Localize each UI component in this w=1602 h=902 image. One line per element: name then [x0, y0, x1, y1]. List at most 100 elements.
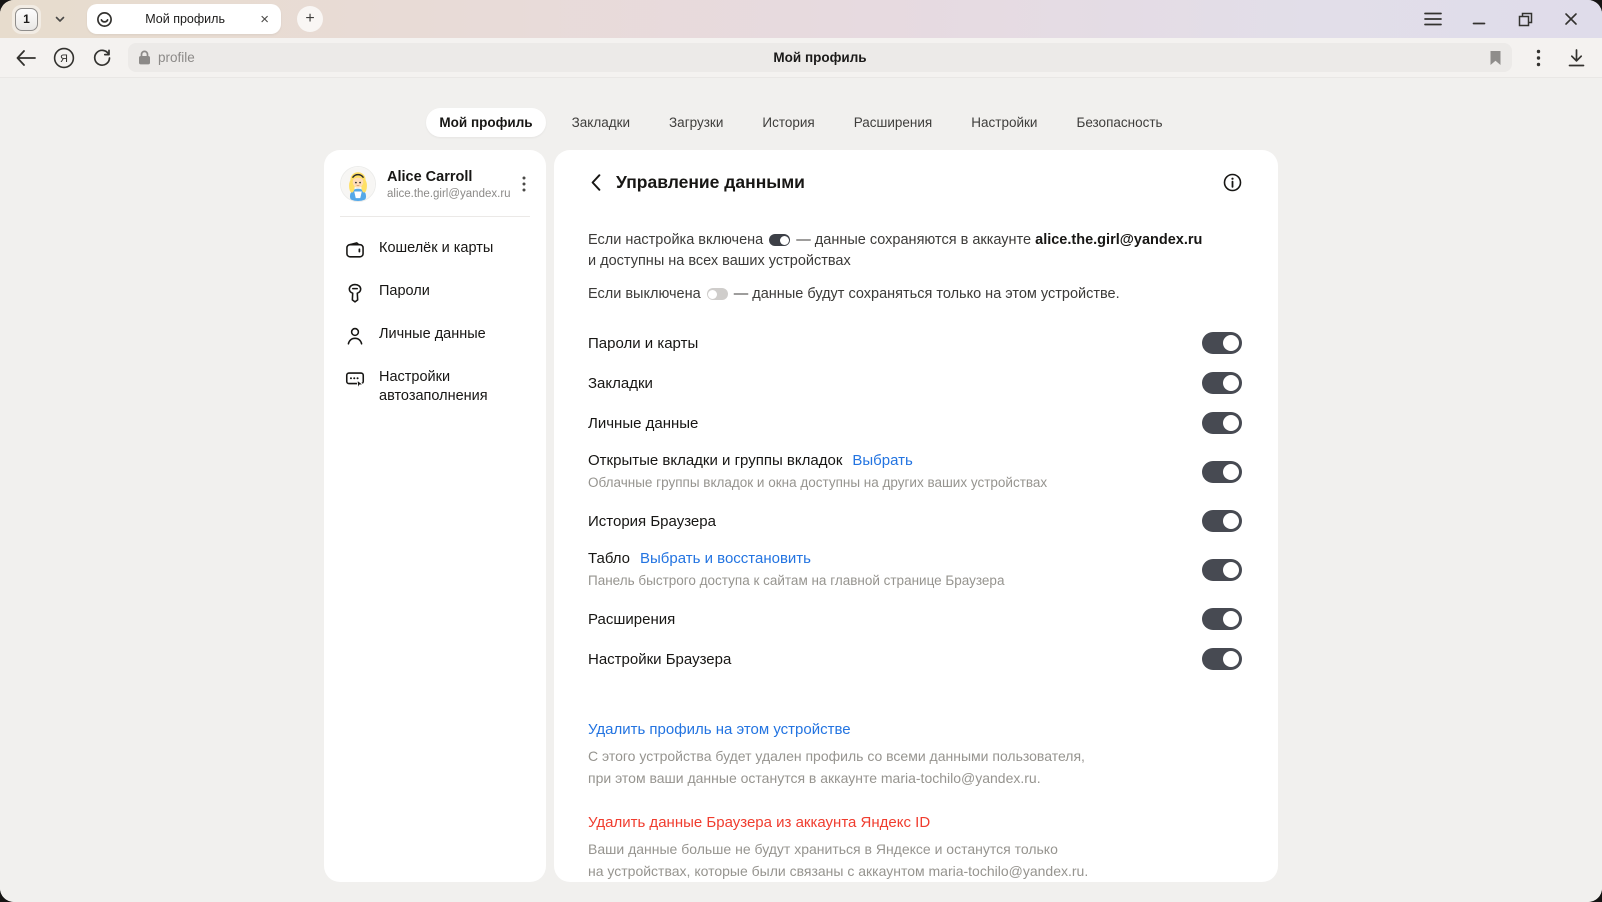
tab-strip: 1 Мой профиль × +	[0, 0, 1602, 38]
back-arrow-icon	[16, 50, 36, 66]
yandex-home-button[interactable]: Я	[52, 46, 76, 70]
toggle-browser-settings[interactable]	[1202, 648, 1242, 670]
minimize-button[interactable]	[1468, 8, 1490, 30]
sync-row-history: История Браузера	[588, 510, 1242, 532]
restore-window-icon	[1518, 12, 1533, 27]
sidebar-item-autofill-settings[interactable]: Настройки автозаполнения	[340, 360, 530, 414]
toggle-extensions[interactable]	[1202, 608, 1242, 630]
nav-tab-my-profile[interactable]: Мой профиль	[426, 108, 545, 137]
nav-tab-settings[interactable]: Настройки	[958, 108, 1050, 137]
downloads-button[interactable]	[1564, 46, 1588, 70]
tab-title: Мой профиль	[121, 12, 249, 26]
avatar	[340, 166, 376, 202]
toggle-knob	[1223, 335, 1239, 351]
toggle-knob	[1223, 375, 1239, 391]
info-icon	[1223, 173, 1242, 192]
nav-tab-downloads[interactable]: Загрузки	[656, 108, 736, 137]
delete-data-description: Ваши данные больше не будут храниться в …	[588, 839, 1242, 882]
toggle-knob	[1223, 513, 1239, 529]
profile-name: Alice Carroll	[387, 169, 507, 185]
window-controls	[1422, 8, 1590, 30]
profile-sidebar: Alice Carroll alice.the.girl@yandex.ru К…	[324, 150, 546, 882]
hamburger-menu-icon	[1424, 12, 1442, 26]
sync-row-label: История Браузера	[588, 513, 716, 530]
browser-window: 1 Мой профиль × +	[0, 0, 1602, 902]
address-bar[interactable]: profile Мой профиль	[128, 43, 1512, 72]
tab-list-chevron-button[interactable]	[47, 7, 73, 31]
toggle-tableau[interactable]	[1202, 559, 1242, 581]
sync-toggle-list: Пароли и карты Закладки Личные данные	[588, 332, 1242, 688]
account-email: alice.the.girl@yandex.ru	[1035, 232, 1202, 248]
tab-counter-group[interactable]: 1	[12, 5, 41, 34]
key-icon	[344, 282, 366, 304]
restore-tableau-link[interactable]: Выбрать и восстановить	[640, 550, 811, 567]
toggle-knob	[708, 290, 717, 299]
sidebar-item-personal-data[interactable]: Личные данные	[340, 317, 530, 355]
wallet-icon	[344, 239, 366, 261]
toggle-open-tabs[interactable]	[1202, 461, 1242, 483]
restore-button[interactable]	[1514, 8, 1536, 30]
sync-row-label: Личные данные	[588, 415, 698, 432]
toggle-knob	[1223, 651, 1239, 667]
nav-tab-bookmarks[interactable]: Закладки	[559, 108, 643, 137]
sync-row-personal-data: Личные данные	[588, 412, 1242, 434]
profile-header: Alice Carroll alice.the.girl@yandex.ru	[340, 166, 530, 216]
profile-favicon-icon	[96, 11, 113, 28]
minimize-icon	[1472, 12, 1486, 26]
bookmark-button[interactable]	[1489, 50, 1502, 66]
nav-tab-history[interactable]: История	[749, 108, 827, 137]
toggle-personal-data[interactable]	[1202, 412, 1242, 434]
back-button[interactable]	[14, 46, 38, 70]
toggle-knob	[1223, 464, 1239, 480]
panel-header: Управление данными	[588, 171, 1242, 194]
sync-row-label: Закладки	[588, 375, 653, 392]
sync-row-label: Открытые вкладки и группы вкладок	[588, 452, 842, 469]
reload-icon	[92, 48, 112, 68]
sidebar-item-label: Пароли	[379, 282, 430, 301]
toggle-passwords-cards[interactable]	[1202, 332, 1242, 354]
yandex-logo-icon: Я	[53, 47, 75, 69]
autofill-icon	[344, 368, 366, 390]
toggle-bookmarks[interactable]	[1202, 372, 1242, 394]
intro-enabled-text: Если настройка включена — данные сохраня…	[588, 230, 1242, 272]
sync-row-label: Табло	[588, 550, 630, 567]
sidebar-item-wallet-cards[interactable]: Кошелёк и карты	[340, 231, 530, 269]
nav-tab-security[interactable]: Безопасность	[1063, 108, 1175, 137]
sync-row-extensions: Расширения	[588, 608, 1242, 630]
choose-tabs-link[interactable]: Выбрать	[852, 452, 912, 469]
browser-menu-button[interactable]	[1422, 8, 1444, 30]
sidebar-item-label: Кошелёк и карты	[379, 239, 493, 258]
panel-back-button[interactable]	[588, 171, 604, 194]
toggle-knob	[780, 236, 789, 245]
tab-close-button[interactable]: ×	[257, 10, 272, 29]
intro-disabled-text: Если выключена — данные будут сохранятьс…	[588, 284, 1242, 305]
address-page-title: Мой профиль	[773, 50, 866, 65]
profile-menu-button[interactable]	[518, 174, 530, 194]
reload-button[interactable]	[90, 46, 114, 70]
tab-counter[interactable]: 1	[15, 8, 38, 31]
sync-row-bookmarks: Закладки	[588, 372, 1242, 394]
chevron-left-icon	[591, 174, 601, 191]
toggle-knob	[1223, 415, 1239, 431]
toggle-history[interactable]	[1202, 510, 1242, 532]
panel-info-button[interactable]	[1223, 173, 1242, 192]
sidebar-item-passwords[interactable]: Пароли	[340, 274, 530, 312]
sync-row-subtitle: Панель быстрого доступа к сайтам на глав…	[588, 572, 1202, 590]
svg-text:Я: Я	[60, 53, 68, 65]
nav-tab-extensions[interactable]: Расширения	[841, 108, 946, 137]
address-toolbar: Я profile Мой профиль	[0, 38, 1602, 78]
profile-identity: Alice Carroll alice.the.girl@yandex.ru	[387, 169, 507, 200]
toolbar-more-button[interactable]	[1526, 46, 1550, 70]
close-window-button[interactable]	[1560, 8, 1582, 30]
settings-page: Мой профиль Закладки Загрузки История Ра…	[0, 78, 1602, 902]
delete-browser-data-link[interactable]: Удалить данные Браузера из аккаунта Янде…	[588, 814, 930, 831]
delete-profile-block: Удалить профиль на этом устройстве С это…	[588, 721, 1242, 789]
lock-icon	[138, 50, 151, 65]
inline-toggle-on-icon	[769, 234, 790, 246]
sync-row-open-tabs: Открытые вкладки и группы вкладок Выбрат…	[588, 452, 1242, 492]
browser-tab[interactable]: Мой профиль ×	[87, 4, 281, 34]
delete-profile-link[interactable]: Удалить профиль на этом устройстве	[588, 721, 851, 738]
sidebar-divider	[340, 216, 530, 217]
sidebar-item-label: Личные данные	[379, 325, 486, 344]
new-tab-button[interactable]: +	[297, 6, 323, 32]
